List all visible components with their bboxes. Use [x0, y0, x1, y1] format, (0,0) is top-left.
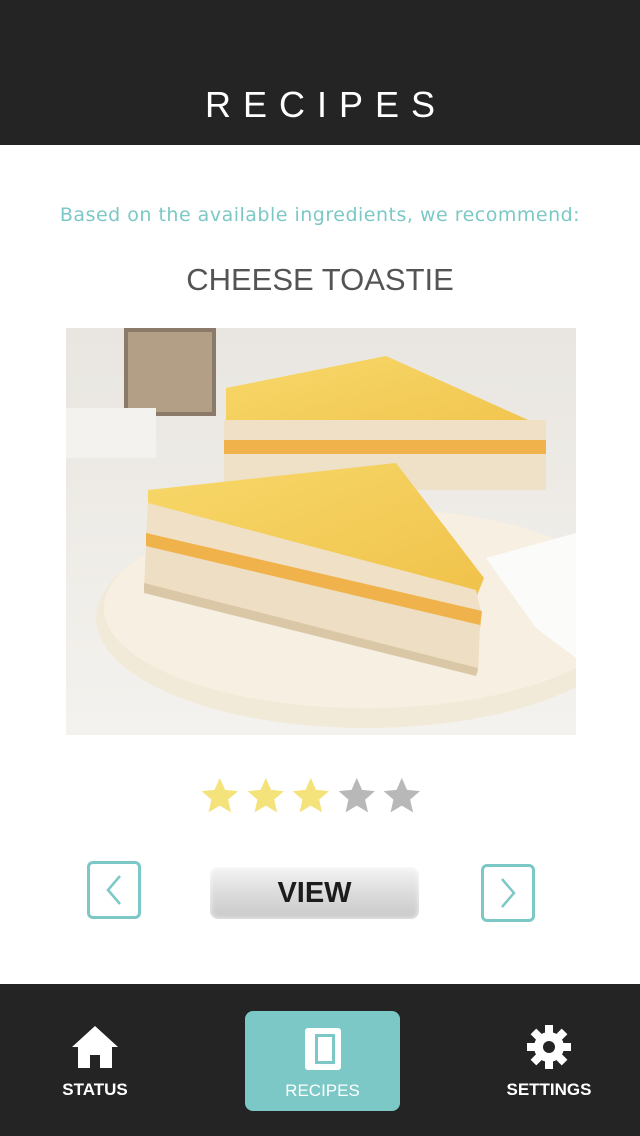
tab-recipes-label: RECIPES [285, 1081, 360, 1100]
star-filled-icon [201, 777, 238, 813]
gear-icon [527, 1025, 571, 1069]
recipe-photo [66, 328, 576, 735]
star-filled-icon [247, 777, 284, 813]
tab-status-label: STATUS [62, 1080, 128, 1099]
star-rating [198, 774, 424, 824]
next-recipe-button[interactable] [481, 864, 535, 922]
star-empty-icon [384, 777, 421, 813]
header-bar: RECIPES [0, 0, 640, 145]
recipe-name: CHEESE TOASTIE [186, 262, 454, 297]
star-empty-icon [338, 777, 375, 813]
previous-recipe-button[interactable] [87, 861, 141, 919]
view-recipe-button[interactable]: VIEW [210, 867, 419, 919]
recommendation-text: Based on the available ingredients, we r… [59, 204, 581, 226]
chevron-right-icon [501, 878, 516, 908]
book-icon [304, 1028, 341, 1070]
star-filled-icon [292, 777, 330, 813]
tab-settings-label: SETTINGS [506, 1080, 592, 1099]
cheese-toastie-image [66, 328, 576, 735]
tab-recipes[interactable]: RECIPES [245, 1011, 400, 1111]
chevron-left-icon [106, 875, 121, 905]
tab-settings[interactable]: SETTINGS [469, 984, 629, 1136]
tab-status[interactable]: STATUS [15, 984, 175, 1136]
recipes-screen: RECIPES Based on the available ingredien… [0, 0, 640, 1136]
tab-bar: STATUS RECIPES SETTINGS [0, 984, 640, 1136]
page-title: RECIPES [204, 84, 448, 125]
home-icon [72, 1026, 118, 1068]
